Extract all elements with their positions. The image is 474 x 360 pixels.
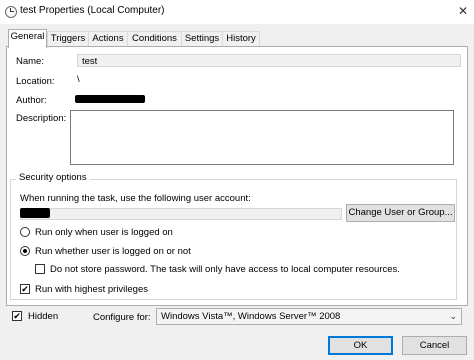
ok-button[interactable]: OK [328,336,393,355]
account-prompt: When running the task, use the following… [20,193,251,204]
dropdown-arrow-icon: ⌄ [449,311,457,321]
name-label: Name: [16,56,44,67]
author-label: Author: [16,95,47,106]
hidden-label[interactable]: Hidden [28,311,58,322]
highest-privileges-label[interactable]: Run with highest privileges [35,284,148,295]
tab-actions[interactable]: Actions [88,31,128,47]
location-value: \ [77,74,80,85]
configure-for-value: Windows Vista™, Windows Server™ 2008 [161,311,341,322]
no-store-password-checkbox[interactable] [35,264,45,274]
close-icon[interactable]: ✕ [456,4,470,18]
hidden-checkbox[interactable]: ✔ [12,311,22,321]
tab-history[interactable]: History [222,31,260,47]
window-title: test Properties (Local Computer) [20,5,165,16]
no-store-password-label[interactable]: Do not store password. The task will onl… [50,264,400,275]
task-scheduler-clock-icon [5,6,17,18]
tab-conditions[interactable]: Conditions [127,31,182,47]
configure-for-select[interactable]: Windows Vista™, Windows Server™ 2008 ⌄ [156,308,462,325]
tab-general[interactable]: General [8,29,47,48]
radio-whether-logged-on[interactable] [20,246,30,256]
tab-settings[interactable]: Settings [181,31,223,47]
radio-only-logged-on[interactable] [20,227,30,237]
user-account-redacted [20,208,50,218]
description-textarea[interactable] [70,110,454,165]
name-field[interactable]: test [77,54,461,67]
tab-triggers[interactable]: Triggers [47,31,89,47]
description-label: Description: [16,113,67,124]
author-redacted [75,95,145,103]
radio-only-logged-on-label[interactable]: Run only when user is logged on [35,227,173,238]
change-user-button[interactable]: Change User or Group... [346,204,455,222]
location-label: Location: [16,76,55,87]
configure-for-label: Configure for: [93,312,151,323]
security-options-title: Security options [16,172,90,183]
cancel-button[interactable]: Cancel [402,336,467,355]
checkmark-icon: ✔ [13,311,21,321]
user-account-field [20,208,342,220]
checkmark-icon: ✔ [21,284,29,294]
title-bar: test Properties (Local Computer) ✕ [0,0,474,24]
radio-whether-logged-on-label[interactable]: Run whether user is logged on or not [35,246,191,257]
highest-privileges-checkbox[interactable]: ✔ [20,284,30,294]
